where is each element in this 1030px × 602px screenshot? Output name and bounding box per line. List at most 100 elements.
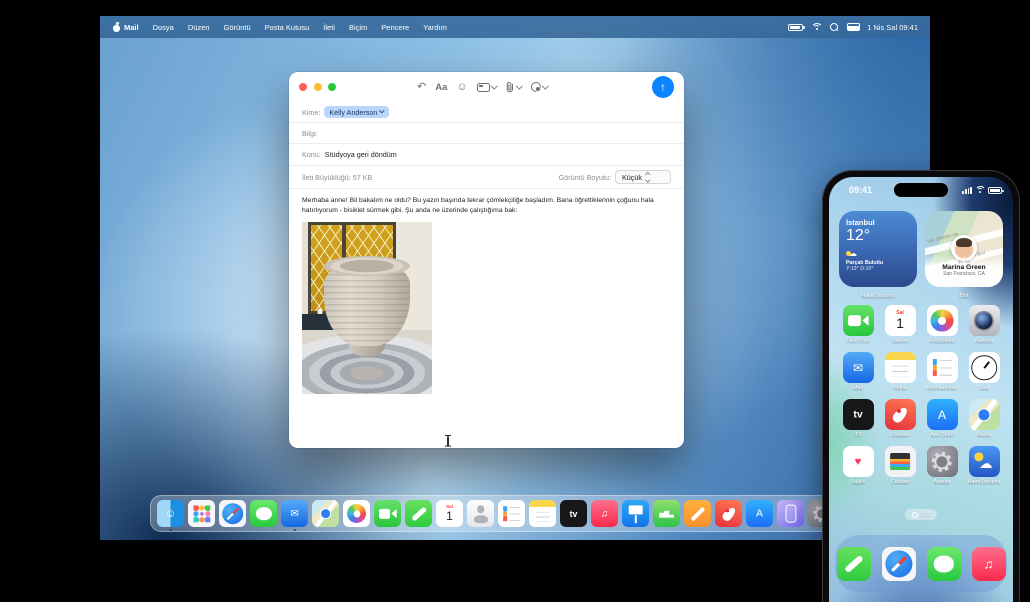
- phone-icon[interactable]: [405, 500, 432, 527]
- tv-icon[interactable]: [843, 399, 874, 430]
- dock-item-safari[interactable]: [218, 500, 247, 527]
- control-center-icon[interactable]: [847, 23, 859, 31]
- dock-item-reminders[interactable]: [497, 500, 526, 527]
- emoji-button[interactable]: ☺: [456, 82, 467, 93]
- spotlight-search-icon[interactable]: [830, 23, 839, 32]
- to-field[interactable]: Kime: Kelly Anderson: [289, 102, 684, 123]
- zoom-button[interactable]: [328, 83, 336, 91]
- photos-icon[interactable]: [927, 305, 958, 336]
- dock-item-appstore[interactable]: [745, 500, 774, 527]
- menu-item-görüntü[interactable]: Görüntü: [224, 23, 251, 32]
- home-app-notes[interactable]: Notlar: [879, 352, 921, 391]
- home-app-tv[interactable]: TV: [837, 399, 879, 438]
- games-icon[interactable]: [715, 500, 742, 527]
- reminders-icon[interactable]: [927, 352, 958, 383]
- home-app-games[interactable]: Oyunlar: [879, 399, 921, 438]
- dock-item-tv[interactable]: [559, 500, 588, 527]
- apple-menu-icon[interactable]: [112, 22, 121, 32]
- messages-icon[interactable]: [927, 547, 961, 581]
- battery-icon[interactable]: [788, 24, 803, 31]
- home-app-clock[interactable]: Saat: [963, 352, 1005, 391]
- menu-item-i̇leti[interactable]: İleti: [323, 23, 335, 32]
- dock-item-iphone-mirroring[interactable]: [776, 500, 805, 527]
- music-icon[interactable]: [591, 500, 618, 527]
- home-app-appstore[interactable]: App Store: [921, 399, 963, 438]
- camera-icon[interactable]: [969, 305, 1000, 336]
- messages-icon[interactable]: [250, 500, 277, 527]
- home-app-settings[interactable]: Ayarlar: [921, 446, 963, 485]
- dock-item-music[interactable]: [590, 500, 619, 527]
- undo-button[interactable]: ↶: [417, 82, 426, 93]
- home-app-weather[interactable]: Hava Durumu: [963, 446, 1005, 485]
- more-actions-button[interactable]: [531, 82, 548, 92]
- recipient-token[interactable]: Kelly Anderson: [324, 106, 388, 118]
- dock-item-keynote[interactable]: [621, 500, 650, 527]
- safari-icon[interactable]: [219, 500, 246, 527]
- menu-item-dosya[interactable]: Dosya: [153, 23, 174, 32]
- attach-button[interactable]: [505, 81, 522, 93]
- home-search-pill[interactable]: Ara: [905, 509, 937, 520]
- home-app-facetime[interactable]: FaceTime: [837, 305, 879, 344]
- menu-item-düzen[interactable]: Düzen: [188, 23, 210, 32]
- menu-item-posta-kutusu[interactable]: Posta Kutusu: [265, 23, 310, 32]
- image-size-select[interactable]: Küçük: [615, 170, 671, 184]
- games-icon[interactable]: [885, 399, 916, 430]
- wifi-icon[interactable]: [811, 23, 822, 32]
- cc-field[interactable]: Bilgi:: [289, 123, 684, 144]
- dock-item-messages[interactable]: [249, 500, 278, 527]
- keynote-icon[interactable]: [622, 500, 649, 527]
- dock-item-mail[interactable]: [280, 500, 309, 527]
- format-button[interactable]: Aa: [435, 82, 447, 93]
- iphone-mirroring-icon[interactable]: [777, 500, 804, 527]
- dock-item-games[interactable]: [714, 500, 743, 527]
- dock-item-numbers[interactable]: [652, 500, 681, 527]
- home-app-calendar[interactable]: Sal1Takvim: [879, 305, 921, 344]
- photos-icon[interactable]: [343, 500, 370, 527]
- reminders-icon[interactable]: [498, 500, 525, 527]
- home-app-camera[interactable]: Kamera: [963, 305, 1005, 344]
- dock-item-photos[interactable]: [342, 500, 371, 527]
- weather-widget[interactable]: İstanbul 12° Parçalı Bulutlu Y:13° D:10°: [839, 211, 917, 287]
- maps-icon[interactable]: [312, 500, 339, 527]
- health-icon[interactable]: [843, 446, 874, 477]
- calendar-icon[interactable]: Sal1: [436, 500, 463, 527]
- subject-field[interactable]: Konu: Stüdyoya geri döndüm: [289, 144, 684, 166]
- launchpad-icon[interactable]: [188, 500, 215, 527]
- close-button[interactable]: [299, 83, 307, 91]
- menu-item-yardım[interactable]: Yardım: [423, 23, 447, 32]
- safari-icon[interactable]: [882, 547, 916, 581]
- menu-item-pencere[interactable]: Pencere: [381, 23, 409, 32]
- dock-item-maps[interactable]: [311, 500, 340, 527]
- contacts-icon[interactable]: [467, 500, 494, 527]
- home-app-maps[interactable]: Harita: [963, 399, 1005, 438]
- dock-item-finder[interactable]: [156, 500, 185, 527]
- wallet-icon[interactable]: [885, 446, 916, 477]
- attached-pottery-photo[interactable]: [302, 222, 432, 394]
- home-app-health[interactable]: Sağlık: [837, 446, 879, 485]
- dock-item-facetime[interactable]: [373, 500, 402, 527]
- dock-item-notes[interactable]: [528, 500, 557, 527]
- numbers-icon[interactable]: [653, 500, 680, 527]
- dock-item-phone[interactable]: [404, 500, 433, 527]
- notes-icon[interactable]: [885, 352, 916, 383]
- facetime-icon[interactable]: [843, 305, 874, 336]
- dock-item-launchpad[interactable]: [187, 500, 216, 527]
- home-app-wallet[interactable]: Cüzdan: [879, 446, 921, 485]
- home-app-mail[interactable]: Mail: [837, 352, 879, 391]
- menu-bar-clock[interactable]: 1 Nis Sal 09:41: [867, 23, 918, 32]
- notes-icon[interactable]: [529, 500, 556, 527]
- dock-item-pages[interactable]: [683, 500, 712, 527]
- appstore-icon[interactable]: [927, 399, 958, 430]
- tv-icon[interactable]: [560, 500, 587, 527]
- home-app-reminders[interactable]: Anımsatıcılar: [921, 352, 963, 391]
- finder-icon[interactable]: [157, 500, 184, 527]
- mail-icon[interactable]: [843, 352, 874, 383]
- menu-item-mail[interactable]: Mail: [124, 23, 139, 32]
- header-fields-button[interactable]: [477, 83, 497, 92]
- music-icon[interactable]: [972, 547, 1006, 581]
- calendar-icon[interactable]: Sal1: [885, 305, 916, 336]
- facetime-icon[interactable]: [374, 500, 401, 527]
- dock-item-calendar[interactable]: Sal1: [435, 500, 464, 527]
- send-button[interactable]: ↑: [652, 76, 674, 98]
- mail-icon[interactable]: [281, 500, 308, 527]
